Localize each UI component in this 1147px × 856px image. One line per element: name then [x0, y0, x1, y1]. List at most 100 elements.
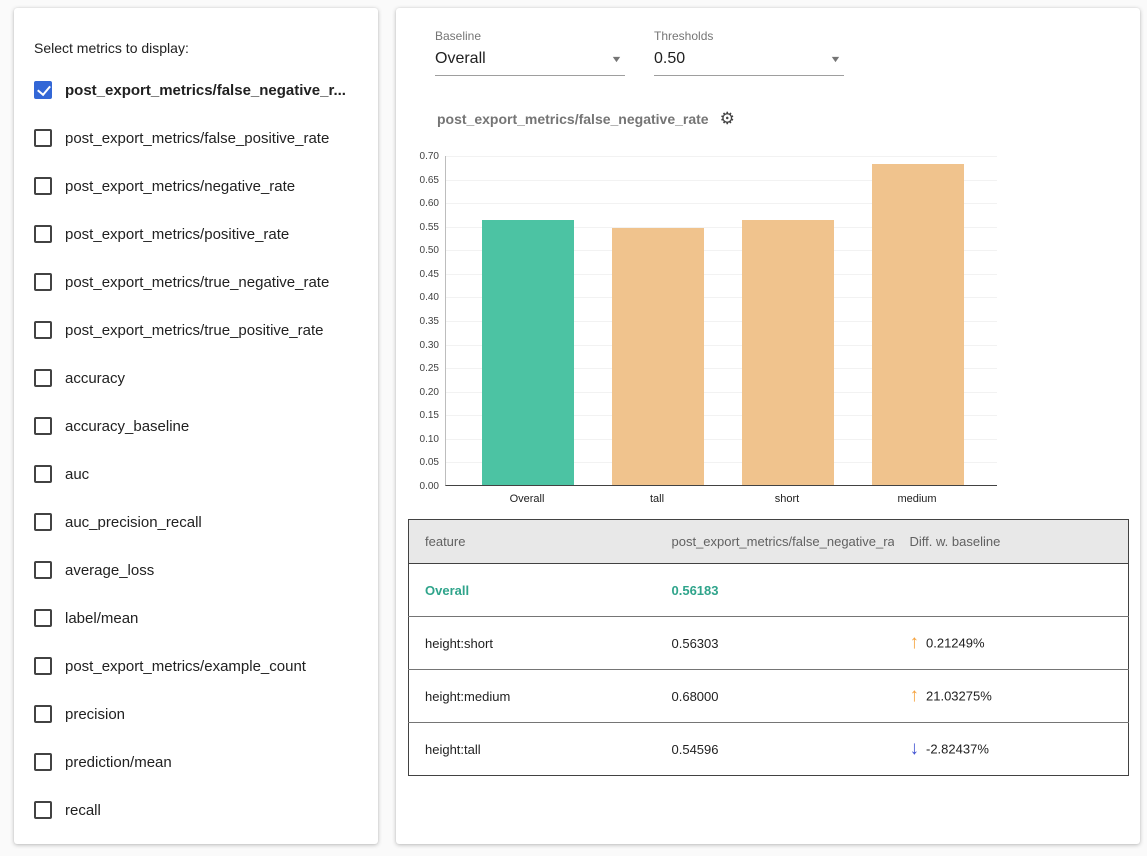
y-tick-label: 0.35: [420, 316, 439, 327]
header-feature: feature: [409, 520, 656, 564]
y-axis: 0.000.050.100.150.200.250.300.350.400.45…: [396, 156, 439, 486]
gridline: [446, 156, 997, 157]
checkbox-icon[interactable]: [34, 609, 52, 627]
table-row: height:tall 0.54596 ↓-2.82437%: [409, 723, 1129, 776]
y-tick-label: 0.60: [420, 198, 439, 209]
checkbox-icon[interactable]: [34, 273, 52, 291]
thresholds-value-row[interactable]: 0.50 ▼: [654, 50, 844, 76]
x-tick-label: short: [741, 493, 833, 505]
metric-label: post_export_metrics/negative_rate: [65, 178, 295, 195]
x-tick-label: Overall: [481, 493, 573, 505]
table-row: Overall 0.56183: [409, 564, 1129, 617]
checkbox-icon[interactable]: [34, 177, 52, 195]
metric-checkbox-item[interactable]: post_export_metrics/true_positive_rate: [34, 306, 372, 354]
baseline-label: Baseline: [435, 29, 625, 43]
bar-tall[interactable]: [612, 228, 704, 485]
metric-checkbox-item[interactable]: accuracy_baseline: [34, 402, 372, 450]
checkbox-icon[interactable]: [34, 129, 52, 147]
metric-label: post_export_metrics/example_count: [65, 658, 306, 675]
metric-checkbox-item[interactable]: recall: [34, 786, 372, 834]
metric-label: auc: [65, 466, 89, 483]
cell-feature: Overall: [409, 564, 656, 617]
y-tick-label: 0.70: [420, 151, 439, 162]
diff-text: 0.21249%: [926, 636, 985, 651]
metric-label: post_export_metrics/false_positive_rate: [65, 130, 329, 147]
table-row: height:short 0.56303 ↑0.21249%: [409, 617, 1129, 670]
baseline-value-row[interactable]: Overall ▼: [435, 50, 625, 76]
cell-diff: ↑21.03275%: [894, 670, 1129, 723]
metric-label: post_export_metrics/false_negative_r...: [65, 82, 346, 99]
baseline-select[interactable]: Baseline Overall ▼: [435, 29, 625, 76]
metric-checkbox-item[interactable]: auc_precision_recall: [34, 498, 372, 546]
metric-label: average_loss: [65, 562, 154, 579]
cell-diff: [894, 564, 1129, 617]
y-tick-label: 0.50: [420, 245, 439, 256]
bar-Overall[interactable]: [482, 220, 574, 485]
results-table: feature post_export_metrics/false_negati…: [408, 519, 1129, 776]
metric-checkbox-item[interactable]: post_export_metrics/negative_rate: [34, 162, 372, 210]
metric-label: auc_precision_recall: [65, 514, 202, 531]
metric-label: post_export_metrics/true_negative_rate: [65, 274, 329, 291]
metric-checkbox-item[interactable]: label/mean: [34, 594, 372, 642]
y-tick-label: 0.40: [420, 292, 439, 303]
metric-checkbox-item[interactable]: precision: [34, 690, 372, 738]
checkbox-icon[interactable]: [34, 321, 52, 339]
y-tick-label: 0.55: [420, 222, 439, 233]
metric-label: prediction/mean: [65, 754, 172, 771]
metric-checkbox-item[interactable]: post_export_metrics/false_negative_r...: [34, 66, 372, 114]
metric-checkbox-item[interactable]: auc: [34, 450, 372, 498]
metric-label: post_export_metrics/true_positive_rate: [65, 322, 323, 339]
checkbox-icon[interactable]: [34, 801, 52, 819]
checkbox-icon[interactable]: [34, 225, 52, 243]
x-tick-label: medium: [871, 493, 963, 505]
diff-text: 21.03275%: [926, 689, 992, 704]
metric-checkbox-item[interactable]: post_export_metrics/true_negative_rate: [34, 258, 372, 306]
metric-selector-title: Select metrics to display:: [34, 40, 189, 56]
checkbox-icon[interactable]: [34, 657, 52, 675]
checkbox-icon[interactable]: [34, 417, 52, 435]
y-tick-label: 0.25: [420, 363, 439, 374]
settings-gear-icon[interactable]: ⚙: [720, 110, 735, 127]
y-tick-label: 0.30: [420, 340, 439, 351]
metric-checkbox-item[interactable]: post_export_metrics/example_count: [34, 642, 372, 690]
diff-text: -2.82437%: [926, 742, 989, 757]
cell-feature: height:medium: [409, 670, 656, 723]
thresholds-label: Thresholds: [654, 29, 844, 43]
dropdown-arrow-icon: ▼: [829, 54, 841, 64]
cell-feature: height:short: [409, 617, 656, 670]
bar-short[interactable]: [742, 220, 834, 485]
checkbox-icon[interactable]: [34, 465, 52, 483]
checkbox-icon[interactable]: [34, 513, 52, 531]
x-tick-label: tall: [611, 493, 703, 505]
checkbox-icon[interactable]: [34, 561, 52, 579]
cell-diff: ↑0.21249%: [894, 617, 1129, 670]
metric-checkbox-item[interactable]: post_export_metrics/false_positive_rate: [34, 114, 372, 162]
y-tick-label: 0.00: [420, 481, 439, 492]
results-panel: Baseline Overall ▼ Thresholds 0.50 ▼ pos…: [396, 8, 1140, 844]
x-axis: Overall tall short medium: [445, 493, 997, 507]
thresholds-select[interactable]: Thresholds 0.50 ▼: [654, 29, 844, 76]
metric-label: recall: [65, 802, 101, 819]
baseline-value: Overall: [435, 50, 486, 68]
metric-label: accuracy: [65, 370, 125, 387]
metric-checkbox-item[interactable]: average_loss: [34, 546, 372, 594]
y-tick-label: 0.45: [420, 269, 439, 280]
header-diff-baseline: Diff. w. baseline: [894, 520, 1129, 564]
diff-arrow-icon: ↓: [910, 738, 920, 759]
checkbox-icon[interactable]: [34, 705, 52, 723]
dropdown-arrow-icon: ▼: [610, 54, 622, 64]
checkbox-icon[interactable]: [34, 81, 52, 99]
cell-metric-value: 0.56183: [656, 564, 894, 617]
bar-chart: 0.000.050.100.150.200.250.300.350.400.45…: [396, 156, 1140, 512]
checkbox-icon[interactable]: [34, 753, 52, 771]
checkbox-icon[interactable]: [34, 369, 52, 387]
metric-checkbox-item[interactable]: prediction/mean: [34, 738, 372, 786]
cell-diff: ↓ -2.82437%: [894, 723, 1129, 776]
chart-title: post_export_metrics/false_negative_rate: [437, 111, 709, 127]
metric-label: label/mean: [65, 610, 138, 627]
metric-label: precision: [65, 706, 125, 723]
metric-checkbox-item[interactable]: post_export_metrics/positive_rate: [34, 210, 372, 258]
metric-checkbox-item[interactable]: accuracy: [34, 354, 372, 402]
bar-medium[interactable]: [872, 164, 964, 485]
y-tick-label: 0.15: [420, 410, 439, 421]
